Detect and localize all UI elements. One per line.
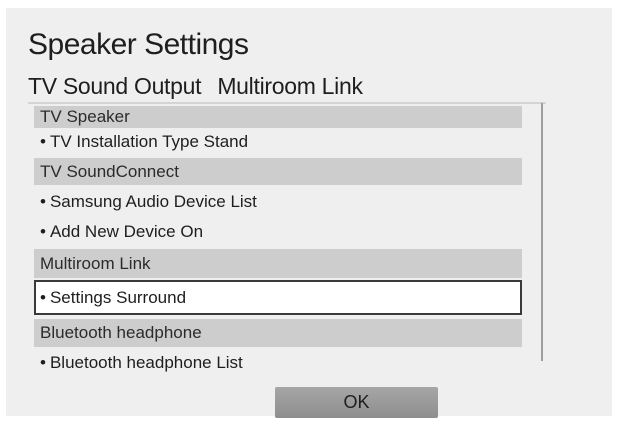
bullet-icon: • bbox=[40, 132, 46, 151]
speaker-settings-dialog: Speaker Settings TV Sound Output Multiro… bbox=[6, 8, 612, 418]
list-item-settings-surround[interactable]: • Settings Surround bbox=[34, 280, 522, 315]
dialog-title: Speaker Settings bbox=[28, 28, 249, 61]
list-item-tv-installation-type[interactable]: • TV Installation Type Stand bbox=[34, 130, 522, 154]
tab-bar: TV Sound Output Multiroom Link bbox=[28, 72, 373, 100]
ok-button[interactable]: OK bbox=[275, 387, 438, 418]
divider bbox=[28, 102, 546, 104]
tab-multiroom-link[interactable]: Multiroom Link bbox=[217, 73, 363, 99]
scrollbar[interactable] bbox=[541, 103, 543, 361]
list-item-label: Bluetooth headphone List bbox=[49, 353, 243, 372]
list-item-label: Samsung Audio Device List bbox=[49, 192, 257, 211]
bullet-icon: • bbox=[40, 192, 46, 211]
list-item-label: Settings Surround bbox=[49, 288, 187, 307]
list-item-bluetooth-headphone-list[interactable]: • Bluetooth headphone List bbox=[34, 349, 522, 377]
list-item-label: Add New Device On bbox=[49, 222, 204, 241]
bullet-icon: • bbox=[40, 222, 46, 241]
section-header-multiroom-link: Multiroom Link bbox=[34, 249, 522, 278]
section-header-bluetooth-headphone: Bluetooth headphone bbox=[34, 319, 522, 347]
section-header-tv-speaker: TV Speaker bbox=[34, 106, 522, 128]
list-item-label: TV Installation Type Stand bbox=[49, 132, 249, 151]
bullet-icon: • bbox=[40, 353, 46, 372]
list-item-add-new-device[interactable]: • Add New Device On bbox=[34, 218, 522, 246]
bullet-icon: • bbox=[40, 288, 46, 307]
section-header-tv-soundconnect: TV SoundConnect bbox=[34, 158, 522, 185]
list-item-samsung-audio-device-list[interactable]: • Samsung Audio Device List bbox=[34, 188, 522, 216]
tab-tv-sound-output[interactable]: TV Sound Output bbox=[28, 73, 202, 99]
